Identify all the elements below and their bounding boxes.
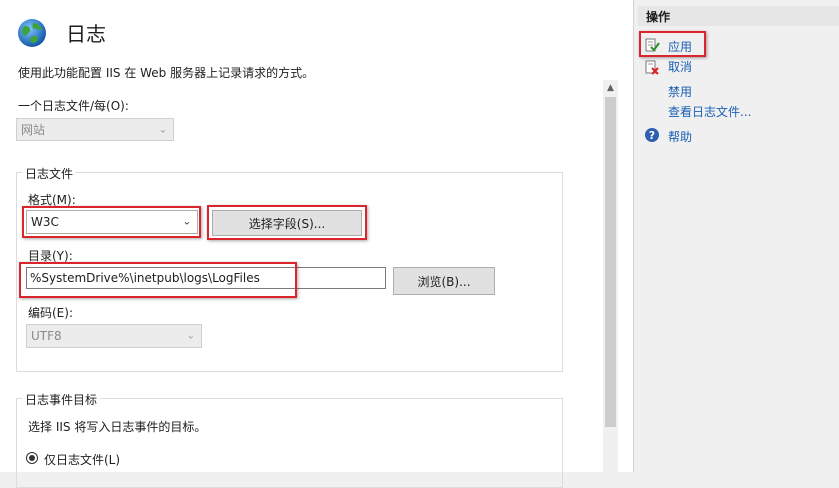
directory-label: 目录(Y): bbox=[28, 249, 73, 263]
event-target-description: 选择 IIS 将写入日志事件的目标。 bbox=[28, 420, 207, 434]
encoding-select[interactable]: UTF8 ⌄ bbox=[26, 324, 202, 348]
encoding-label: 编码(E): bbox=[28, 306, 73, 320]
cancel-icon bbox=[645, 60, 659, 75]
cancel-link[interactable]: 取消 bbox=[668, 58, 692, 75]
scroll-up-arrow-icon[interactable]: ▲ bbox=[603, 80, 618, 96]
log-file-group-title: 日志文件 bbox=[22, 165, 77, 182]
globe-icon bbox=[18, 19, 46, 47]
panel-divider bbox=[633, 0, 634, 472]
directory-input[interactable]: %SystemDrive%\inetpub\logs\LogFiles bbox=[26, 267, 386, 289]
page-description: 使用此功能配置 IIS 在 Web 服务器上记录请求的方式。 bbox=[18, 66, 315, 80]
format-value: W3C bbox=[31, 215, 59, 229]
apply-icon bbox=[645, 38, 660, 52]
scrollbar-thumb[interactable] bbox=[605, 97, 616, 427]
apply-link[interactable]: 应用 bbox=[668, 38, 692, 55]
format-select[interactable]: W3C ⌄ bbox=[26, 210, 198, 234]
help-link[interactable]: 帮助 bbox=[668, 128, 692, 145]
event-target-group bbox=[16, 398, 563, 488]
select-fields-button[interactable]: 选择字段(S)... bbox=[212, 210, 362, 236]
encoding-value: UTF8 bbox=[31, 329, 62, 343]
chevron-down-icon: ⌄ bbox=[158, 124, 167, 135]
chevron-down-icon: ⌄ bbox=[186, 330, 195, 342]
log-per-value: 网站 bbox=[21, 123, 46, 137]
radio-log-file-only[interactable] bbox=[26, 452, 38, 464]
help-icon: ? bbox=[645, 128, 659, 142]
browse-button[interactable]: 浏览(B)... bbox=[393, 267, 495, 295]
svg-text:?: ? bbox=[649, 129, 655, 142]
event-target-group-title: 日志事件目标 bbox=[22, 391, 101, 408]
view-logs-link[interactable]: 查看日志文件... bbox=[668, 103, 751, 120]
disable-link[interactable]: 禁用 bbox=[668, 83, 692, 100]
radio-log-file-only-label: 仅日志文件(L) bbox=[44, 453, 121, 467]
page-title: 日志 bbox=[66, 22, 106, 46]
actions-header: 操作 bbox=[638, 6, 839, 26]
log-per-select[interactable]: 网站 ⌄ bbox=[16, 118, 174, 141]
format-label: 格式(M): bbox=[28, 193, 76, 207]
log-per-label: 一个日志文件/每(O): bbox=[18, 99, 129, 113]
chevron-down-icon: ⌄ bbox=[182, 216, 191, 228]
